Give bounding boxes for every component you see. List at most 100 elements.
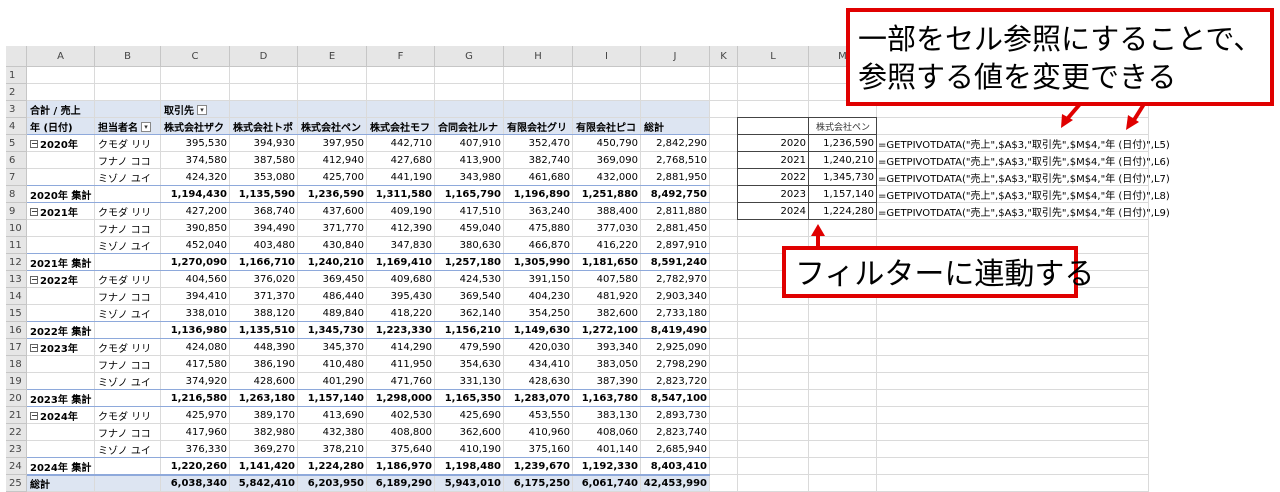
pivot-grand-total-cell[interactable]: 6,061,740 [573, 475, 641, 492]
pivot-subtotal-cell[interactable]: 8,547,100 [641, 390, 710, 407]
row-header-2[interactable]: 2 [6, 84, 27, 101]
pivot-value-cell[interactable]: 363,240 [504, 203, 573, 220]
pivot-value-cell[interactable]: 383,050 [573, 356, 641, 373]
row-header-16[interactable]: 16 [6, 322, 27, 339]
pivot-value-cell[interactable]: 441,190 [367, 169, 435, 186]
pivot-subtotal-cell[interactable]: 1,240,210 [298, 254, 367, 271]
pivot-value-cell[interactable]: 461,680 [504, 169, 573, 186]
pivot-subtotal-label[interactable]: 2024年 集計 [27, 458, 161, 475]
row-header-8[interactable]: 8 [6, 186, 27, 203]
column-header-D[interactable]: D [230, 46, 298, 67]
pivot-subtotal-cell[interactable]: 1,163,780 [573, 390, 641, 407]
pivot-value-cell[interactable]: 428,630 [504, 373, 573, 390]
pivot-subtotal-cell[interactable]: 1,257,180 [435, 254, 504, 271]
pivot-subtotal-cell[interactable]: 8,492,750 [641, 186, 710, 203]
pivot-value-cell[interactable]: 403,480 [230, 237, 298, 254]
pivot-value-cell[interactable]: 377,030 [573, 220, 641, 237]
pivot-value-cell[interactable]: 412,940 [298, 152, 367, 169]
pivot-value-cell[interactable]: 354,250 [504, 305, 573, 322]
pivot-person-label[interactable]: ミゾノ ユイ [95, 441, 161, 458]
pivot-value-cell[interactable]: 2,893,730 [641, 407, 710, 424]
pivot-value-cell[interactable]: 425,690 [435, 407, 504, 424]
row-header-11[interactable]: 11 [6, 237, 27, 254]
pivot-value-cell[interactable]: 376,330 [161, 441, 230, 458]
pivot-value-cell[interactable]: 407,580 [573, 271, 641, 288]
pivot-value-cell[interactable]: 417,580 [161, 356, 230, 373]
pivot-value-cell[interactable]: 410,960 [504, 424, 573, 441]
pivot-value-cell[interactable]: 424,320 [161, 169, 230, 186]
pivot-subtotal-cell[interactable]: 1,165,350 [435, 390, 504, 407]
row-header-19[interactable]: 19 [6, 373, 27, 390]
column-header-I[interactable]: I [573, 46, 641, 67]
row-header-25[interactable]: 25 [6, 475, 27, 492]
pivot-subtotal-cell[interactable]: 8,591,240 [641, 254, 710, 271]
pivot-value-cell[interactable]: 424,080 [161, 339, 230, 356]
pivot-value-cell[interactable]: 471,760 [367, 373, 435, 390]
pivot-value-cell[interactable]: 389,170 [230, 407, 298, 424]
filter-dropdown-icon[interactable]: ▾ [141, 121, 151, 132]
pivot-column-header[interactable]: 株式会社モフ [367, 118, 435, 135]
pivot-value-cell[interactable]: 420,030 [504, 339, 573, 356]
pivot-person-label[interactable]: クモダ リリ [95, 271, 161, 288]
pivot-subtotal-cell[interactable]: 1,270,090 [161, 254, 230, 271]
pivot-value-cell[interactable]: 369,540 [435, 288, 504, 305]
pivot-person-label[interactable]: クモダ リリ [95, 339, 161, 356]
pivot-value-cell[interactable]: 424,530 [435, 271, 504, 288]
pivot-value-cell[interactable]: 371,770 [298, 220, 367, 237]
pivot-value-cell[interactable]: 2,733,180 [641, 305, 710, 322]
pivot-value-cell[interactable]: 459,040 [435, 220, 504, 237]
pivot-subtotal-cell[interactable]: 1,149,630 [504, 322, 573, 339]
pivot-year-label[interactable]: −2024年 [27, 407, 95, 424]
pivot-value-cell[interactable]: 338,010 [161, 305, 230, 322]
pivot-row-field-year[interactable]: 年 (日付) [27, 118, 95, 135]
pivot-value-cell[interactable]: 347,830 [367, 237, 435, 254]
pivot-subtotal-cell[interactable]: 1,239,670 [504, 458, 573, 475]
row-header-9[interactable]: 9 [6, 203, 27, 220]
pivot-subtotal-cell[interactable]: 1,181,650 [573, 254, 641, 271]
pivot-person-label[interactable]: フナノ ココ [95, 220, 161, 237]
pivot-value-cell[interactable]: 343,980 [435, 169, 504, 186]
pivot-value-cell[interactable]: 394,930 [230, 135, 298, 152]
pivot-value-cell[interactable]: 374,920 [161, 373, 230, 390]
pivot-subtotal-cell[interactable]: 1,298,000 [367, 390, 435, 407]
pivot-person-label[interactable]: ミゾノ ユイ [95, 373, 161, 390]
collapse-minus-icon[interactable]: − [30, 411, 38, 420]
pivot-subtotal-cell[interactable]: 1,165,790 [435, 186, 504, 203]
column-header-F[interactable]: F [367, 46, 435, 67]
row-header-21[interactable]: 21 [6, 407, 27, 424]
pivot-value-cell[interactable]: 411,950 [367, 356, 435, 373]
pivot-person-label[interactable]: クモダ リリ [95, 203, 161, 220]
pivot-value-cell[interactable]: 382,980 [230, 424, 298, 441]
collapse-minus-icon[interactable]: − [30, 343, 38, 352]
pivot-person-label[interactable]: フナノ ココ [95, 356, 161, 373]
pivot-column-header[interactable]: 合同会社ルナ [435, 118, 504, 135]
pivot-subtotal-cell[interactable]: 1,251,880 [573, 186, 641, 203]
pivot-value-cell[interactable]: 414,290 [367, 339, 435, 356]
row-header-20[interactable]: 20 [6, 390, 27, 407]
pivot-value-cell[interactable]: 388,120 [230, 305, 298, 322]
pivot-value-cell[interactable]: 375,640 [367, 441, 435, 458]
row-header-15[interactable]: 15 [6, 305, 27, 322]
pivot-subtotal-cell[interactable]: 1,305,990 [504, 254, 573, 271]
pivot-subtotal-cell[interactable]: 1,224,280 [298, 458, 367, 475]
pivot-value-cell[interactable]: 427,680 [367, 152, 435, 169]
pivot-value-cell[interactable]: 371,370 [230, 288, 298, 305]
pivot-person-label[interactable]: クモダ リリ [95, 407, 161, 424]
pivot-value-cell[interactable]: 2,881,950 [641, 169, 710, 186]
pivot-grand-total-cell[interactable]: 6,203,950 [298, 475, 367, 492]
pivot-subtotal-cell[interactable]: 1,156,210 [435, 322, 504, 339]
pivot-value-cell[interactable]: 425,970 [161, 407, 230, 424]
pivot-subtotal-label[interactable]: 2022年 集計 [27, 322, 161, 339]
pivot-value-cell[interactable]: 2,798,290 [641, 356, 710, 373]
pivot-grand-total-cell[interactable]: 42,453,990 [641, 475, 710, 492]
column-header-E[interactable]: E [298, 46, 367, 67]
row-header-7[interactable]: 7 [6, 169, 27, 186]
pivot-value-cell[interactable]: 410,480 [298, 356, 367, 373]
pivot-person-label[interactable]: フナノ ココ [95, 152, 161, 169]
row-header-3[interactable]: 3 [6, 101, 27, 118]
pivot-value-cell[interactable]: 387,580 [230, 152, 298, 169]
column-header-H[interactable]: H [504, 46, 573, 67]
pivot-column-header[interactable]: 総計 [641, 118, 710, 135]
row-header-23[interactable]: 23 [6, 441, 27, 458]
pivot-value-cell[interactable]: 410,190 [435, 441, 504, 458]
